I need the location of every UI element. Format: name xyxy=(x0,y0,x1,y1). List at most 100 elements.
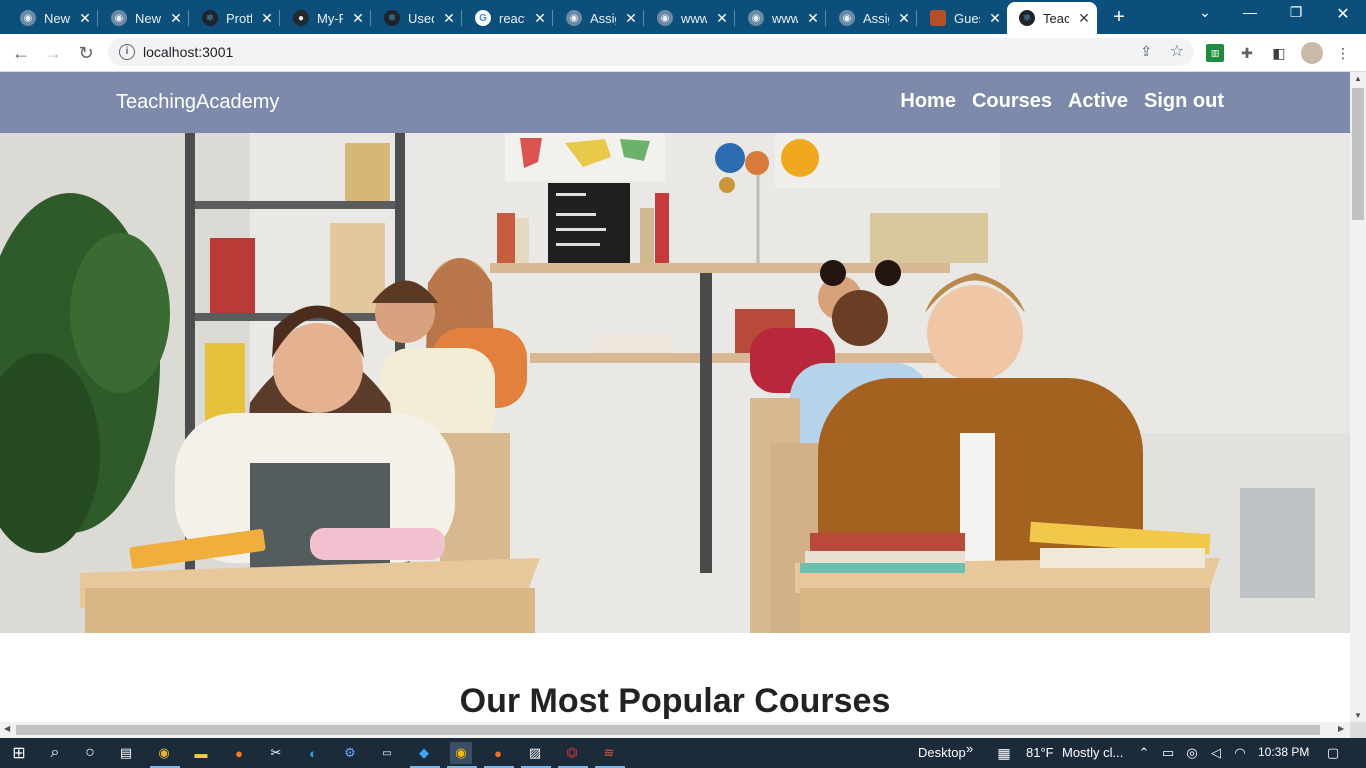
restore-icon[interactable]: ❐ xyxy=(1284,4,1308,21)
section-title: Our Most Popular Courses xyxy=(459,682,891,720)
search-icon[interactable]: ⌕ xyxy=(44,742,66,764)
chrome-icon[interactable]: ◉ xyxy=(450,742,472,764)
browser-tab[interactable]: ◉ New ✕ xyxy=(8,2,98,34)
tab-search-icon[interactable]: ⌄ xyxy=(1193,4,1217,21)
close-tab-icon[interactable]: ✕ xyxy=(78,10,92,27)
reload-icon[interactable]: ↻ xyxy=(75,42,97,64)
chevron-right-icon[interactable]: » xyxy=(966,741,973,756)
edge-icon[interactable]: ◐ xyxy=(302,742,324,764)
site-navbar: TeachingAcademy Home Courses Active Sign… xyxy=(0,72,1350,133)
weather-condition[interactable]: Mostly cl... xyxy=(1062,745,1123,760)
snipping-tool-icon[interactable]: ✂ xyxy=(265,742,287,764)
close-tab-icon[interactable]: ✕ xyxy=(533,10,547,27)
terminal-icon[interactable]: ▭ xyxy=(376,742,398,764)
volume-icon[interactable]: ◁ xyxy=(1205,742,1227,764)
site-info-icon[interactable]: i xyxy=(119,44,135,60)
globe-icon: ◉ xyxy=(111,10,127,26)
winrar-icon[interactable]: ≋ xyxy=(598,742,620,764)
browser-tab[interactable]: Gues ✕ xyxy=(918,2,1008,34)
browser-tab-active[interactable]: ⚛ Teacl ✕ xyxy=(1007,2,1097,34)
acrobat-icon[interactable]: ⏣ xyxy=(561,742,583,764)
browser-tab[interactable]: ⚛ Used ✕ xyxy=(372,2,462,34)
google-icon: G xyxy=(475,10,491,26)
extension-meter-icon[interactable]: ▥ xyxy=(1206,44,1224,62)
share-icon[interactable]: ⇪ xyxy=(1140,43,1152,60)
browser-tab[interactable]: ◉ Assig ✕ xyxy=(554,2,644,34)
close-window-icon[interactable]: ✕ xyxy=(1331,4,1355,24)
forward-icon[interactable]: → xyxy=(42,42,64,64)
photos-icon[interactable]: ▨ xyxy=(524,742,546,764)
scroll-up-icon[interactable]: ▲ xyxy=(1350,74,1366,83)
close-tab-icon[interactable]: ✕ xyxy=(897,10,911,27)
close-tab-icon[interactable]: ✕ xyxy=(169,10,183,27)
file-explorer-icon[interactable]: ▬ xyxy=(190,742,212,764)
globe-icon: ◉ xyxy=(748,10,764,26)
extensions-puzzle-icon[interactable]: ✚ xyxy=(1238,44,1256,62)
scroll-right-icon[interactable]: ▶ xyxy=(1338,724,1344,733)
globe-icon: ◉ xyxy=(20,10,36,26)
nav-link-home[interactable]: Home xyxy=(900,90,956,113)
vertical-scrollbar[interactable]: ▲ ▼ xyxy=(1350,72,1366,722)
back-icon[interactable]: ← xyxy=(10,42,32,64)
close-tab-icon[interactable]: ✕ xyxy=(1077,10,1091,27)
postman-icon[interactable]: ● xyxy=(487,742,509,764)
wifi-icon[interactable]: ◠ xyxy=(1229,742,1251,764)
address-bar[interactable]: i localhost:3001 ⇪ ☆ xyxy=(108,38,1194,66)
close-tab-icon[interactable]: ✕ xyxy=(442,10,456,27)
horizontal-scroll-thumb[interactable] xyxy=(16,725,1320,735)
nav-link-sign-out[interactable]: Sign out xyxy=(1144,90,1224,113)
react-icon: ⚛ xyxy=(384,10,400,26)
chrome-menu-icon[interactable]: ⋮ xyxy=(1334,44,1352,62)
browser-tab[interactable]: ◉ Assig ✕ xyxy=(827,2,917,34)
globe-icon: ◉ xyxy=(839,10,855,26)
browser-tab[interactable]: G react ✕ xyxy=(463,2,553,34)
close-tab-icon[interactable]: ✕ xyxy=(624,10,638,27)
image-icon xyxy=(930,10,946,26)
vertical-scroll-thumb[interactable] xyxy=(1352,88,1364,220)
close-tab-icon[interactable]: ✕ xyxy=(715,10,729,27)
windows-start-icon[interactable]: ⊞ xyxy=(8,742,30,764)
weather-temperature[interactable]: 81°F xyxy=(1026,745,1054,760)
code-app-icon[interactable]: ⚙ xyxy=(339,742,361,764)
desktop-toolbar-label[interactable]: Desktop xyxy=(918,745,966,760)
nav-menu: Home Courses Active Sign out xyxy=(900,90,1224,113)
horizontal-scrollbar[interactable]: ◀ ▶ xyxy=(0,722,1350,738)
browser-tab[interactable]: ◉ New ✕ xyxy=(99,2,189,34)
nav-link-courses[interactable]: Courses xyxy=(972,90,1052,113)
bookmark-star-icon[interactable]: ☆ xyxy=(1170,41,1184,61)
browser-tab[interactable]: ◉ www ✕ xyxy=(736,2,826,34)
close-tab-icon[interactable]: ✕ xyxy=(260,10,274,27)
browser-tab[interactable]: ◉ www ✕ xyxy=(645,2,735,34)
browser-tab[interactable]: ● My-F ✕ xyxy=(281,2,371,34)
notifications-icon[interactable]: ▢ xyxy=(1322,742,1344,764)
clock-time[interactable]: 10:38 PM xyxy=(1258,745,1309,759)
close-tab-icon[interactable]: ✕ xyxy=(806,10,820,27)
classroom-illustration xyxy=(0,133,1350,633)
weather-news-icon[interactable]: ▦ xyxy=(993,742,1015,764)
page-viewport: TeachingAcademy Home Courses Active Sign… xyxy=(0,72,1350,722)
new-tab-button[interactable]: + xyxy=(1108,6,1130,29)
react-icon: ⚛ xyxy=(1019,10,1035,26)
scroll-down-icon[interactable]: ▼ xyxy=(1350,711,1366,720)
minimize-icon[interactable]: — xyxy=(1238,4,1262,20)
close-tab-icon[interactable]: ✕ xyxy=(351,10,365,27)
meet-now-icon[interactable]: ◎ xyxy=(1181,742,1203,764)
side-panel-icon[interactable]: ◧ xyxy=(1270,44,1288,62)
browser-tab[interactable]: ⚛ Protf ✕ xyxy=(190,2,280,34)
task-view-icon[interactable]: ▤ xyxy=(115,742,137,764)
brand-logo[interactable]: TeachingAcademy xyxy=(116,91,279,114)
nav-link-active[interactable]: Active xyxy=(1068,90,1128,113)
chevron-up-icon[interactable]: ⌃ xyxy=(1133,742,1155,764)
profile-avatar[interactable] xyxy=(1301,42,1323,64)
firefox-icon[interactable]: ● xyxy=(228,742,250,764)
close-tab-icon[interactable]: ✕ xyxy=(988,10,1002,27)
scroll-left-icon[interactable]: ◀ xyxy=(4,724,10,733)
vscode-icon[interactable]: ◆ xyxy=(413,742,435,764)
chrome-canary-icon[interactable]: ◉ xyxy=(153,742,175,764)
battery-icon[interactable]: ▭ xyxy=(1157,742,1179,764)
cortana-icon[interactable]: ○ xyxy=(79,742,101,764)
github-icon: ● xyxy=(293,10,309,26)
react-icon: ⚛ xyxy=(202,10,218,26)
browser-tab-strip: ◉ New ✕ ◉ New ✕ ⚛ Protf ✕ ● My-F ✕ ⚛ Use… xyxy=(0,0,1366,34)
url-text[interactable]: localhost:3001 xyxy=(143,44,233,60)
